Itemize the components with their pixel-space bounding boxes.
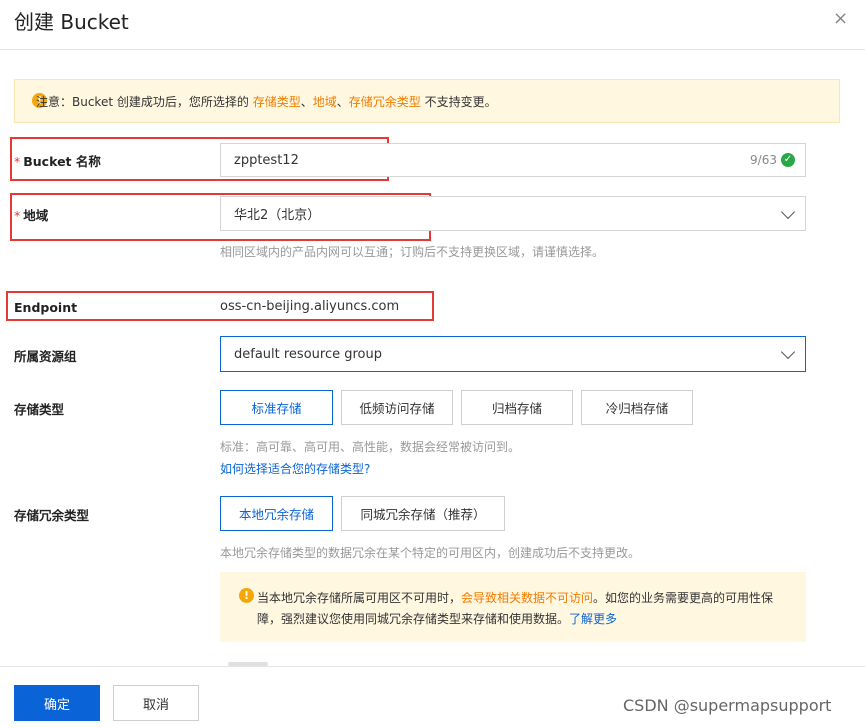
redundancy-lrs[interactable]: 本地冗余存储 [220, 496, 333, 531]
storage-class-help: 标准：高可靠、高可用、高性能，数据会经常被访问到。 [220, 440, 521, 454]
storage-class-archive[interactable]: 归档存储 [461, 390, 573, 425]
notice-highlight-storage-class: 存储类型 [252, 95, 301, 109]
notice-sep: 、 [336, 95, 349, 109]
watermark: CSDN @supermapsupport [623, 696, 832, 715]
bucket-name-value: zpptest12 [234, 152, 299, 168]
required-mark: * [14, 208, 21, 223]
bucket-name-label: * Bucket 名称 [14, 154, 101, 169]
tip-warning-text: 会导致相关数据不可访问 [461, 591, 594, 605]
resource-group-select[interactable]: default resource group [220, 336, 806, 372]
region-label: * 地域 [14, 208, 49, 223]
notice-highlight-region: 地域 [312, 95, 337, 109]
cancel-button[interactable]: 取消 [113, 685, 199, 721]
redundancy-zrs[interactable]: 同城冗余存储（推荐） [341, 496, 505, 531]
char-counter: 9/63 [750, 153, 777, 167]
endpoint-value: oss-cn-beijing.aliyuncs.com [220, 299, 400, 314]
storage-class-guide-link[interactable]: 如何选择适合您的存储类型? [220, 460, 370, 477]
resource-group-label: 所属资源组 [14, 349, 77, 364]
storage-class-cold-archive[interactable]: 冷归档存储 [581, 390, 693, 425]
header-divider [0, 49, 865, 50]
dialog-title: 创建 Bucket [14, 10, 129, 34]
notice-sep: 、 [300, 95, 313, 109]
region-select[interactable]: 华北2（北京） [220, 196, 806, 231]
notice-prefix: 注意：Bucket 创建成功后，您所选择的 [36, 95, 253, 109]
endpoint-label: Endpoint [14, 300, 78, 315]
redundancy-tip-text: 当本地冗余存储所属可用区不可用时，会导致相关数据不可访问。如您的业务需要更高的可… [257, 591, 774, 626]
storage-class-label: 存储类型 [14, 402, 65, 417]
resource-group-value: default resource group [234, 346, 382, 362]
region-help: 相同区域内的产品内网可以互通；订购后不支持更换区域，请谨慎选择。 [220, 245, 605, 259]
footer-divider [0, 666, 865, 667]
bucket-name-input[interactable]: zpptest12 9/63 ✓ [220, 143, 806, 177]
warning-icon: ! [239, 588, 254, 603]
notice-text: 注意：Bucket 创建成功后，您所选择的 存储类型、地域、存储冗余类型 不支持… [36, 93, 497, 110]
chevron-down-icon [780, 204, 796, 220]
redundancy-help: 本地冗余存储类型的数据冗余在某个特定的可用区内，创建成功后不支持更改。 [220, 546, 641, 560]
check-circle-icon: ✓ [781, 153, 795, 167]
notice-suffix: 不支持变更。 [420, 95, 497, 109]
region-value: 华北2（北京） [234, 208, 321, 223]
learn-more-link[interactable]: 了解更多 [569, 612, 617, 626]
redundancy-label: 存储冗余类型 [14, 508, 90, 523]
confirm-button[interactable]: 确定 [14, 685, 100, 721]
close-icon[interactable]: × [833, 8, 848, 29]
chevron-down-icon [780, 344, 796, 360]
required-mark: * [14, 154, 21, 169]
storage-class-ia[interactable]: 低频访问存储 [341, 390, 453, 425]
notice-highlight-redundancy: 存储冗余类型 [348, 95, 421, 109]
storage-class-standard[interactable]: 标准存储 [220, 390, 333, 425]
